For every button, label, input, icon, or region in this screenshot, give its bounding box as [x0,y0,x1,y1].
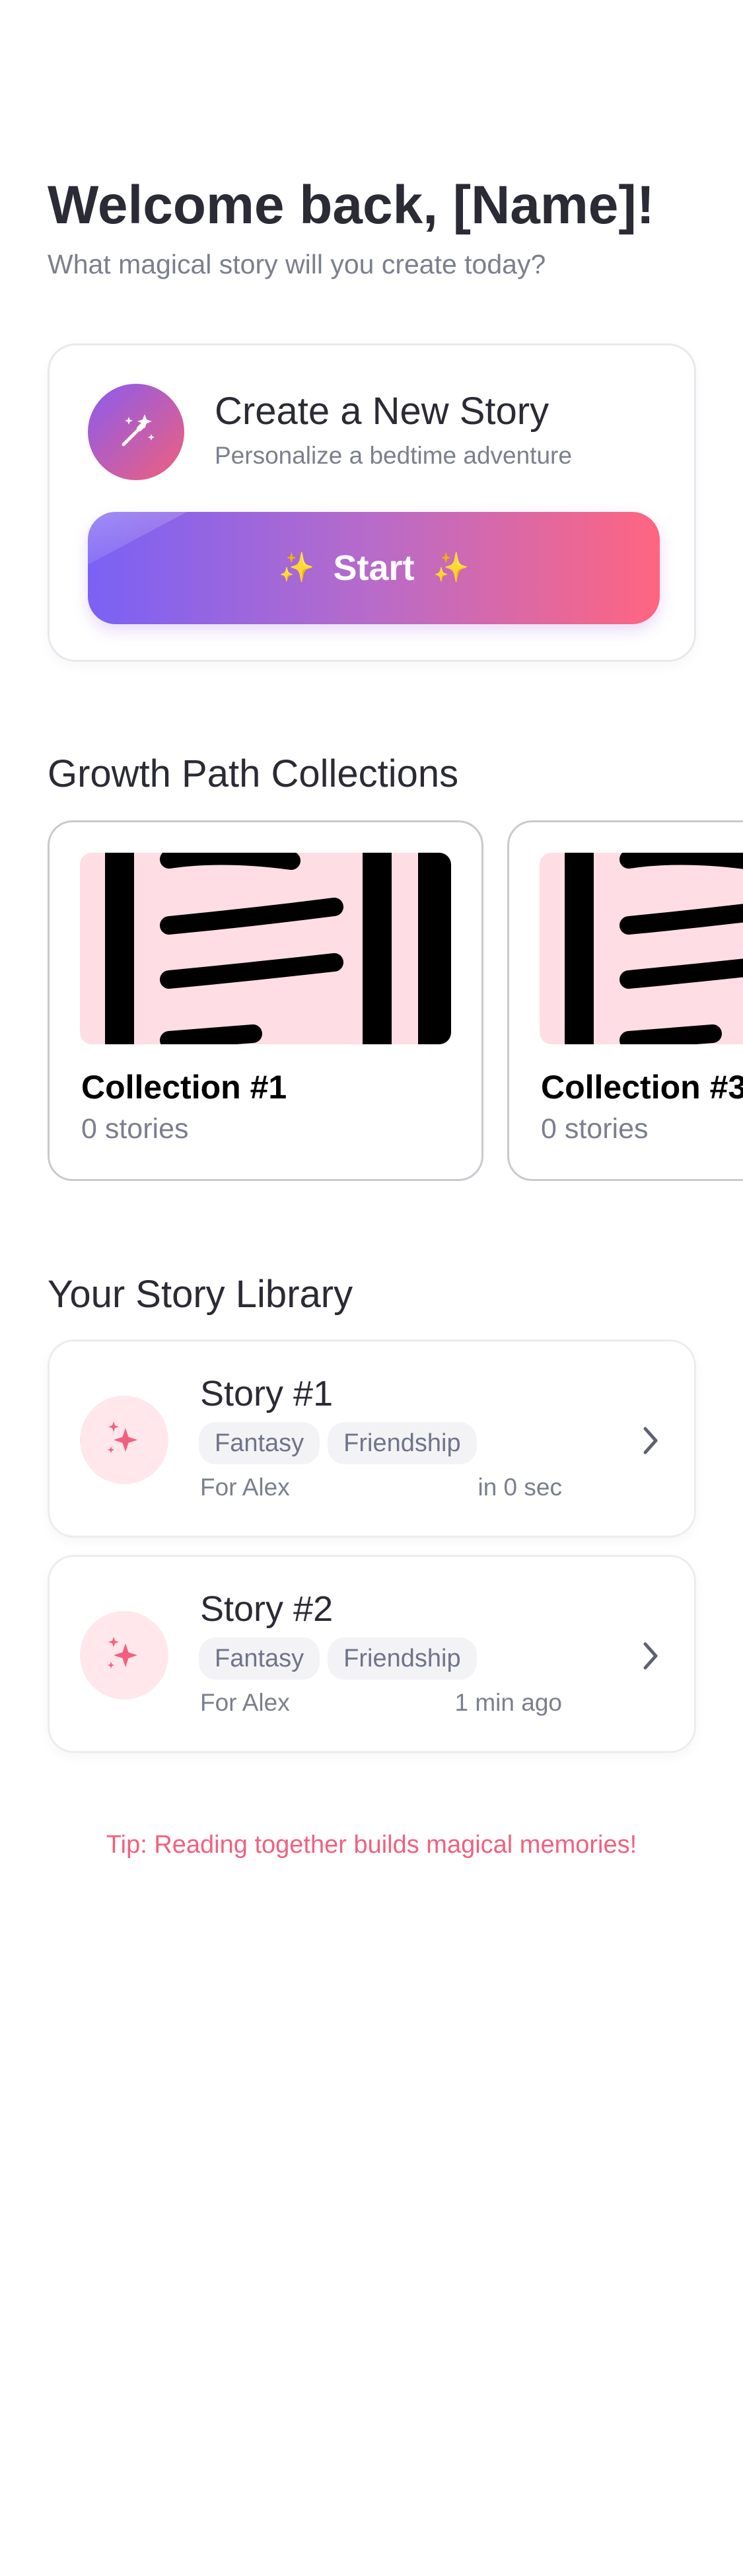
story-tag: Friendship [328,1422,477,1464]
page-subtitle: What magical story will you create today… [48,249,546,279]
chevron-right-icon [643,1642,658,1670]
collection-story-count: 0 stories [81,1113,189,1145]
story-recipient: For Alex [200,1474,290,1501]
sparkles-icon [80,1396,168,1484]
library-section-title: Your Story Library [48,1273,353,1316]
sparkles-icon-graphic [108,1637,137,1668]
story-tag: Fantasy [199,1637,320,1680]
collection-story-count: 0 stories [541,1113,649,1145]
home-screen: Welcome back, [Name]! What magical story… [0,0,743,2576]
collection-name: Collection #3 [541,1069,743,1106]
create-story-title: Create a New Story [215,390,549,433]
magic-wand-icon-graphic [122,414,155,447]
collection-thumbnail-art [105,853,451,1044]
story-card[interactable]: Story #1 Fantasy Friendship For Alex in … [48,1340,696,1538]
reading-tip: Tip: Reading together builds magical mem… [106,1831,637,1859]
collection-card[interactable]: Collection #1 0 stories [48,820,483,1181]
sparkles-icon [80,1611,168,1699]
collection-thumbnail [540,853,743,1044]
story-timestamp: 1 min ago [454,1689,563,1716]
collections-carousel[interactable]: Collection #1 0 stories Collection #3 0 … [48,820,743,1182]
story-tags: Fantasy Friendship [199,1422,477,1464]
chevron-right-icon [643,1427,658,1454]
start-button[interactable]: ✨ Start ✨ [88,512,660,624]
header: Welcome back, [Name]! What magical story… [48,169,655,283]
story-tag: Friendship [328,1637,477,1680]
create-story-card: Create a New Story Personalize a bedtime… [48,343,696,662]
story-title: Story #1 [200,1374,334,1413]
collection-card[interactable]: Collection #3 0 stories [507,820,743,1181]
sparkles-icon-graphic [108,1421,137,1453]
magic-wand-icon [88,384,184,480]
sparkles-icon: ✨ [278,552,315,584]
story-tags: Fantasy Friendship [199,1637,477,1680]
story-card[interactable]: Story #2 Fantasy Friendship For Alex 1 m… [48,1555,696,1753]
create-story-subtitle: Personalize a bedtime adventure [215,442,572,469]
story-tag: Fantasy [199,1422,320,1464]
page-title: Welcome back, [Name]! [48,175,655,235]
story-timestamp: in 0 sec [478,1474,562,1501]
start-button-label: Start [333,548,415,588]
story-title: Story #2 [200,1589,334,1629]
collections-section-title: Growth Path Collections [48,752,459,795]
collection-thumbnail-art [565,853,743,1044]
collection-thumbnail [80,853,451,1044]
sparkles-icon: ✨ [433,552,470,584]
collection-name: Collection #1 [81,1069,287,1106]
story-recipient: For Alex [200,1689,290,1716]
